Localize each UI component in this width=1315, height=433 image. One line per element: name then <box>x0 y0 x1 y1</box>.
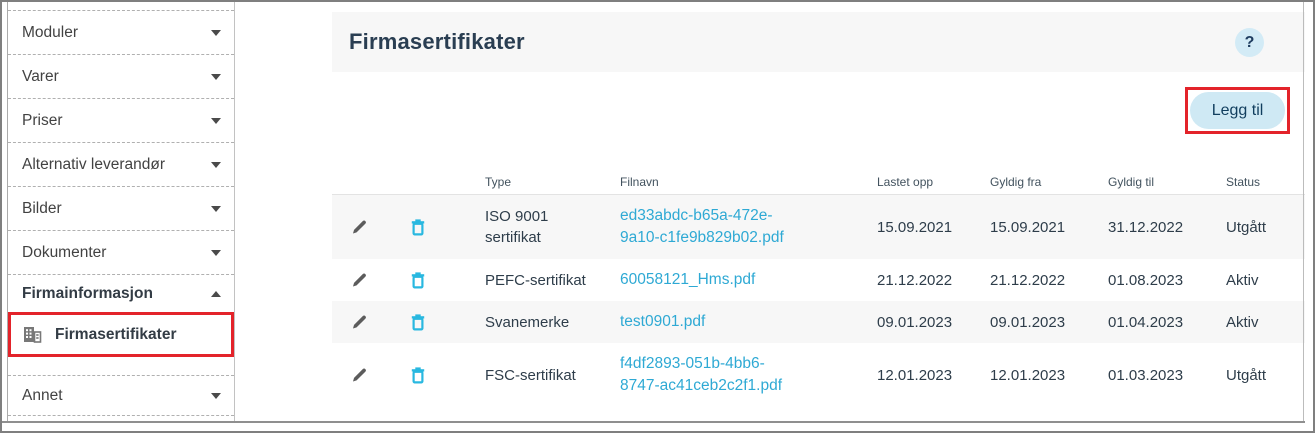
trash-icon <box>409 312 427 332</box>
column-header-lastet-opp: Lastet opp <box>877 162 990 203</box>
sidebar-item-label: Annet <box>22 387 63 405</box>
valid-from-date: 12.01.2023 <box>990 355 1108 396</box>
annotation-highlight-box-sidebar: Firmasertifikater <box>8 312 234 357</box>
sidebar-item-label: Alternativ leverandør <box>22 156 165 174</box>
sidebar-item-bilder[interactable]: Bilder <box>8 186 234 230</box>
chevron-down-icon <box>211 30 221 36</box>
sidebar-item-dokumenter[interactable]: Dokumenter <box>8 230 234 274</box>
status-badge: Utgått <box>1226 355 1305 396</box>
sidebar-item-firmasertifikater[interactable]: Firmasertifikater <box>11 315 231 354</box>
sidebar: Moduler Varer Priser Alternativ leverand… <box>7 2 235 421</box>
table-header-row: Type Filnavn Lastet opp Gyldig fra Gyldi… <box>332 162 1305 195</box>
sidebar-item-label: Firmainformasjon <box>22 285 153 303</box>
certificates-table: Type Filnavn Lastet opp Gyldig fra Gyldi… <box>332 162 1305 407</box>
file-link[interactable]: test0901.pdf <box>620 301 877 343</box>
help-button[interactable]: ? <box>1235 28 1264 57</box>
cert-type: FSC-sertifikat <box>485 355 620 396</box>
file-link[interactable]: 60058121_Hms.pdf <box>620 259 877 301</box>
delete-button[interactable] <box>402 217 485 237</box>
column-header-gyldig-fra: Gyldig fra <box>990 162 1108 203</box>
edit-button[interactable] <box>332 367 402 384</box>
cert-type: ISO 9001 sertifikat <box>485 196 620 258</box>
pencil-icon <box>350 367 367 384</box>
table-row: PEFC-sertifikat 60058121_Hms.pdf 21.12.2… <box>332 259 1305 301</box>
table-row: FSC-sertifikat f4df2893-051b-4bb6-8747-a… <box>332 343 1305 407</box>
legg-til-button[interactable]: Legg til <box>1190 92 1285 129</box>
pencil-icon <box>350 219 367 236</box>
sidebar-divider <box>8 415 234 416</box>
chevron-down-icon <box>211 162 221 168</box>
valid-from-date: 15.09.2021 <box>990 207 1108 248</box>
cert-type: PEFC-sertifikat <box>485 260 620 301</box>
status-badge: Aktiv <box>1226 260 1305 301</box>
chevron-down-icon <box>211 118 221 124</box>
chevron-up-icon <box>211 291 221 297</box>
table-row: Svanemerke test0901.pdf 09.01.2023 09.01… <box>332 301 1305 343</box>
edit-button[interactable] <box>332 314 402 331</box>
uploaded-date: 15.09.2021 <box>877 207 990 248</box>
cert-type: Svanemerke <box>485 302 620 343</box>
annotation-highlight-box-add: Legg til <box>1185 87 1290 134</box>
valid-to-date: 01.04.2023 <box>1108 302 1226 343</box>
pencil-icon <box>350 314 367 331</box>
file-link[interactable]: ed33abdc-b65a-472e-9a10-c1fe9b829b02.pdf <box>620 195 877 259</box>
uploaded-date: 12.01.2023 <box>877 355 990 396</box>
uploaded-date: 21.12.2022 <box>877 260 990 301</box>
file-link[interactable]: f4df2893-051b-4bb6-8747-ac41ceb2c2f1.pdf <box>620 343 877 407</box>
trash-icon <box>409 217 427 237</box>
header-spacer <box>332 173 402 193</box>
chevron-down-icon <box>211 393 221 399</box>
pencil-icon <box>350 272 367 289</box>
delete-button[interactable] <box>402 270 485 290</box>
sidebar-item-label: Bilder <box>22 200 62 218</box>
valid-from-date: 09.01.2023 <box>990 302 1108 343</box>
sidebar-subitem-label: Firmasertifikater <box>55 326 176 344</box>
sidebar-item-varer[interactable]: Varer <box>8 54 234 98</box>
sidebar-item-alternativ-leverandor[interactable]: Alternativ leverandør <box>8 142 234 186</box>
delete-button[interactable] <box>402 365 485 385</box>
column-header-status: Status <box>1226 162 1305 203</box>
sidebar-item-moduler[interactable]: Moduler <box>8 10 234 54</box>
page-header: Firmasertifikater ? <box>332 12 1305 72</box>
sidebar-item-firmainformasjon[interactable]: Firmainformasjon <box>8 274 234 312</box>
trash-icon <box>409 270 427 290</box>
sidebar-item-label: Priser <box>22 112 62 130</box>
app-window: Moduler Varer Priser Alternativ leverand… <box>0 0 1315 433</box>
status-badge: Aktiv <box>1226 302 1305 343</box>
header-spacer <box>402 173 485 193</box>
delete-button[interactable] <box>402 312 485 332</box>
valid-to-date: 01.08.2023 <box>1108 260 1226 301</box>
sidebar-item-label: Varer <box>22 68 59 86</box>
sidebar-item-label: Moduler <box>22 24 78 42</box>
chevron-down-icon <box>211 206 221 212</box>
chevron-down-icon <box>211 250 221 256</box>
trash-icon <box>409 365 427 385</box>
valid-to-date: 01.03.2023 <box>1108 355 1226 396</box>
column-header-gyldig-til: Gyldig til <box>1108 162 1226 203</box>
uploaded-date: 09.01.2023 <box>877 302 990 343</box>
edit-button[interactable] <box>332 219 402 236</box>
sidebar-item-label: Dokumenter <box>22 244 106 262</box>
status-badge: Utgått <box>1226 207 1305 248</box>
valid-from-date: 21.12.2022 <box>990 260 1108 301</box>
valid-to-date: 31.12.2022 <box>1108 207 1226 248</box>
content-right-divider <box>1303 2 1304 421</box>
table-row: ISO 9001 sertifikat ed33abdc-b65a-472e-9… <box>332 195 1305 259</box>
chevron-down-icon <box>211 74 221 80</box>
content-bottom-divider <box>2 421 1305 423</box>
edit-button[interactable] <box>332 272 402 289</box>
building-icon <box>23 326 42 343</box>
page-title: Firmasertifikater <box>349 29 525 55</box>
sidebar-item-annet[interactable]: Annet <box>8 375 234 415</box>
sidebar-item-priser[interactable]: Priser <box>8 98 234 142</box>
